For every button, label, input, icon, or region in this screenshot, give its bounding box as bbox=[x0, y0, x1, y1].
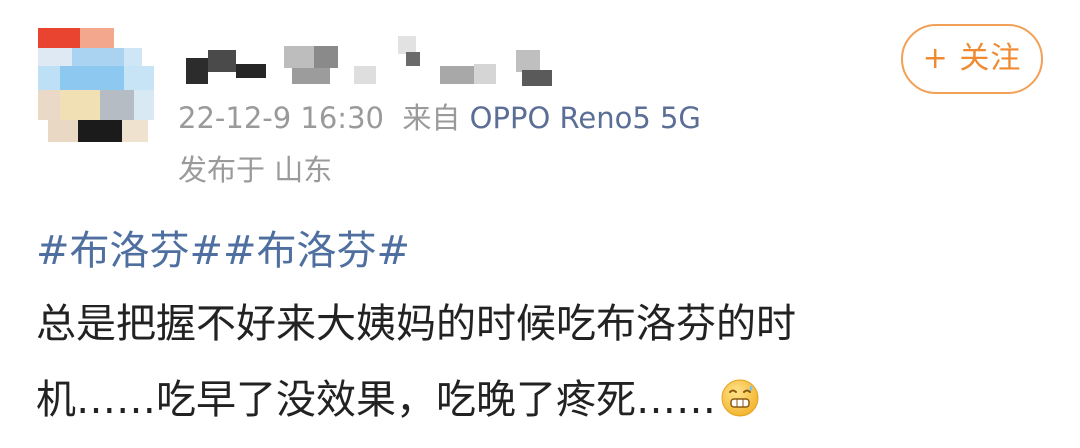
post-timestamp: 22-12-9 16:30 bbox=[178, 101, 384, 135]
grimace-face-emoji-icon bbox=[720, 367, 760, 417]
source-prefix: 来自 bbox=[402, 101, 461, 135]
follow-button[interactable]: + 关注 bbox=[901, 24, 1043, 94]
topic-tag[interactable]: #布洛芬# bbox=[223, 228, 410, 274]
post-location: 发布于 山东 bbox=[178, 153, 333, 187]
device-link[interactable]: OPPO Reno5 5G bbox=[470, 101, 701, 135]
avatar[interactable] bbox=[38, 28, 160, 142]
post-body: 总是把握不好来大姨妈的时候吃布洛芬的时 机……吃早了没效果，吃晚了疼死…… bbox=[36, 286, 1046, 438]
post-meta: 22-12-9 16:30 来自 OPPO Reno5 5G bbox=[178, 100, 701, 136]
post-text-line: 机……吃早了没效果，吃晚了疼死…… bbox=[36, 362, 1046, 438]
post-text-segment: 机……吃早了没效果，吃晚了疼死…… bbox=[36, 377, 716, 423]
topic-tag[interactable]: #布洛芬# bbox=[36, 228, 223, 274]
username[interactable] bbox=[186, 36, 566, 94]
topic-tags: #布洛芬##布洛芬# bbox=[36, 222, 410, 280]
post-text-line: 总是把握不好来大姨妈的时候吃布洛芬的时 bbox=[36, 301, 796, 347]
